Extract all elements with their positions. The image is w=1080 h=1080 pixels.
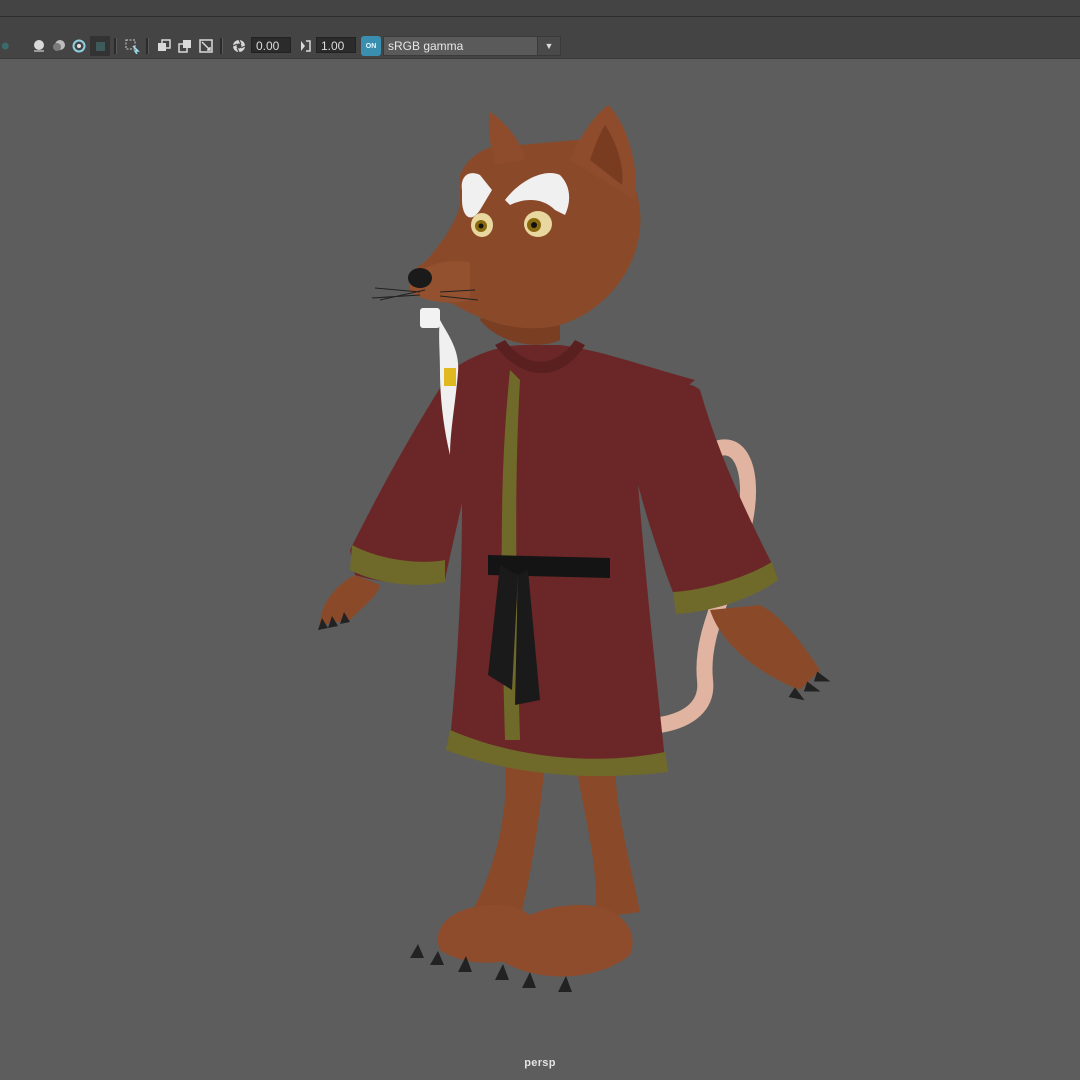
ao-icon[interactable]: [0, 36, 14, 56]
gamma-field[interactable]: 1.00: [316, 37, 356, 53]
lighting-icon[interactable]: [30, 36, 48, 56]
menu-strip: [0, 0, 1080, 17]
viewport-panel[interactable]: [0, 59, 1080, 1080]
right-leg: [575, 760, 640, 918]
rat-character-model[interactable]: [0, 59, 1080, 1080]
right-hand: [710, 605, 820, 690]
color-management-toggle[interactable]: ON: [361, 36, 381, 56]
toolbar-separator: [220, 38, 223, 54]
color-space-label: sRGB gamma: [388, 39, 464, 53]
wireframe-icon[interactable]: [176, 36, 194, 56]
left-leg: [470, 760, 545, 918]
robe: [445, 345, 695, 766]
beard-ring: [444, 368, 456, 386]
camera-label: persp: [524, 1057, 556, 1069]
shadow-icon[interactable]: [50, 36, 68, 56]
color-management-badge: ON: [365, 42, 377, 50]
gamma-icon[interactable]: [297, 36, 313, 56]
select-icon[interactable]: [122, 36, 142, 56]
toolbar-separator: [146, 38, 149, 54]
left-hand: [320, 575, 380, 625]
isolate-icon[interactable]: [70, 36, 88, 56]
teeth: [420, 308, 440, 328]
exposure-field[interactable]: 0.00: [251, 37, 291, 53]
exposure-icon[interactable]: [230, 36, 248, 56]
resolution-gate-icon[interactable]: [197, 36, 215, 56]
chevron-down-icon[interactable]: ▼: [537, 37, 560, 55]
left-ear: [488, 112, 525, 165]
nose: [408, 268, 432, 288]
xray-icon[interactable]: [90, 36, 110, 56]
color-space-dropdown[interactable]: sRGB gamma ▼: [383, 36, 561, 56]
grid-icon[interactable]: [155, 36, 173, 56]
toolbar-separator: [114, 38, 117, 54]
